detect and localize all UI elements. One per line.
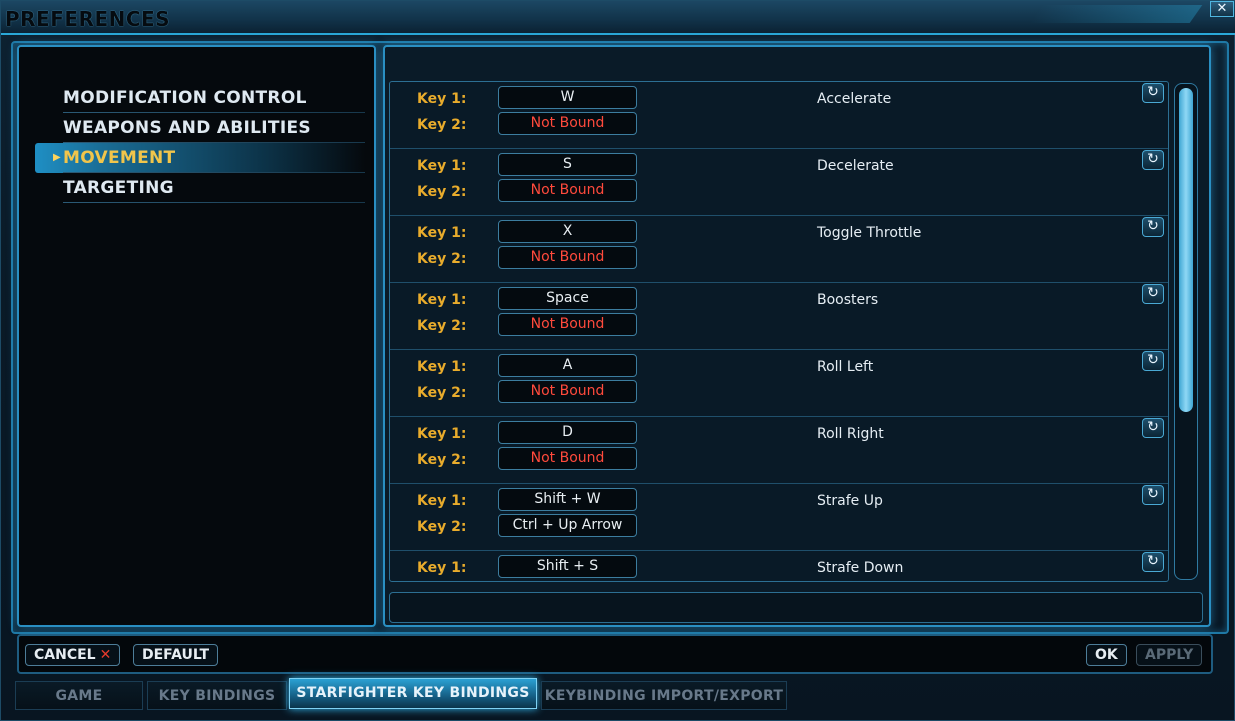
binding-row-decelerate: Key 1: Key 2: S Not Bound Decelerate ↻: [390, 149, 1168, 216]
key2-label: Key 2:: [417, 184, 467, 200]
key1-binding-button[interactable]: Shift + W: [498, 488, 637, 511]
category-item-modification-control[interactable]: MODIFICATION CONTROL: [35, 83, 365, 113]
scrollbar-thumb[interactable]: [1179, 88, 1193, 412]
key1-binding-button[interactable]: D: [498, 421, 637, 444]
tab-bar: GAME KEY BINDINGS STARFIGHTER KEY BINDIN…: [11, 678, 1229, 718]
key1-binding-button[interactable]: W: [498, 86, 637, 109]
action-name: Strafe Down: [817, 560, 904, 576]
ok-button[interactable]: OK: [1086, 644, 1127, 666]
category-item-targeting[interactable]: TARGETING: [35, 173, 365, 203]
key2-label: Key 2:: [417, 452, 467, 468]
action-name: Toggle Throttle: [817, 225, 922, 241]
binding-row-strafe-down: Key 1: Key 2: Shift + S Strafe Down ↻: [390, 551, 1168, 582]
binding-row-roll-right: Key 1: Key 2: D Not Bound Roll Right ↻: [390, 417, 1168, 484]
action-name: Accelerate: [817, 91, 892, 107]
tab-key-bindings[interactable]: KEY BINDINGS: [147, 681, 287, 710]
key2-binding-button[interactable]: Not Bound: [498, 179, 637, 202]
action-name: Roll Left: [817, 359, 874, 375]
apply-button[interactable]: APPLY: [1136, 644, 1203, 666]
category-list: MODIFICATION CONTROL WEAPONS AND ABILITI…: [35, 83, 365, 203]
key1-label: Key 1:: [417, 225, 467, 241]
binding-row-strafe-up: Key 1: Key 2: Shift + W Ctrl + Up Arrow …: [390, 484, 1168, 551]
tab-starfighter-key-bindings[interactable]: STARFIGHTER KEY BINDINGS: [289, 678, 537, 709]
cancel-button[interactable]: CANCEL ✕: [25, 644, 121, 666]
key2-label: Key 2:: [417, 519, 467, 535]
close-icon: ✕: [99, 647, 112, 663]
key2-binding-button[interactable]: Ctrl + Up Arrow: [498, 514, 637, 537]
bindings-scrollbar[interactable]: [1174, 83, 1198, 580]
key2-label: Key 2:: [417, 251, 467, 267]
binding-row-roll-left: Key 1: Key 2: A Not Bound Roll Left ↻: [390, 350, 1168, 417]
description-box: [389, 592, 1203, 623]
key2-label: Key 2:: [417, 318, 467, 334]
key2-binding-button[interactable]: Not Bound: [498, 313, 637, 336]
key2-binding-button[interactable]: Not Bound: [498, 246, 637, 269]
reset-icon[interactable]: ↻: [1142, 418, 1164, 438]
key2-binding-button[interactable]: Not Bound: [498, 380, 637, 403]
selected-arrow-icon: ▶: [53, 152, 61, 163]
binding-row-accelerate: Key 1: Key 2: W Not Bound Accelerate ↻: [390, 82, 1168, 149]
preferences-window: PREFERENCES ✕ MODIFICATION CONTROL WEAPO…: [0, 0, 1235, 721]
tab-game[interactable]: GAME: [15, 681, 143, 710]
reset-icon[interactable]: ↻: [1142, 217, 1164, 237]
key1-binding-button[interactable]: Space: [498, 287, 637, 310]
action-name: Roll Right: [817, 426, 884, 442]
category-label: MODIFICATION CONTROL: [63, 88, 307, 108]
reset-icon[interactable]: ↻: [1142, 150, 1164, 170]
key1-label: Key 1:: [417, 158, 467, 174]
key1-label: Key 1:: [417, 426, 467, 442]
bindings-panel: Key 1: Key 2: W Not Bound Accelerate ↻ K…: [383, 45, 1211, 627]
key2-label: Key 2:: [417, 117, 467, 133]
cancel-label: CANCEL: [34, 647, 96, 663]
reset-icon[interactable]: ↻: [1142, 83, 1164, 103]
key1-label: Key 1:: [417, 91, 467, 107]
key1-label: Key 1:: [417, 359, 467, 375]
close-icon[interactable]: ✕: [1210, 1, 1234, 17]
key1-label: Key 1:: [417, 292, 467, 308]
key2-binding-button[interactable]: Not Bound: [498, 112, 637, 135]
category-panel: MODIFICATION CONTROL WEAPONS AND ABILITI…: [17, 45, 376, 627]
tab-keybinding-import-export[interactable]: KEYBINDING IMPORT/EXPORT: [541, 681, 787, 710]
button-bar: CANCEL ✕ DEFAULT OK APPLY: [17, 634, 1213, 674]
key2-binding-button[interactable]: Not Bound: [498, 447, 637, 470]
reset-icon[interactable]: ↻: [1142, 284, 1164, 304]
key1-binding-button[interactable]: Shift + S: [498, 555, 637, 578]
key1-binding-button[interactable]: X: [498, 220, 637, 243]
action-name: Strafe Up: [817, 493, 883, 509]
reset-icon[interactable]: ↻: [1142, 552, 1164, 572]
key1-binding-button[interactable]: A: [498, 354, 637, 377]
key1-label: Key 1:: [417, 560, 467, 576]
category-label: WEAPONS AND ABILITIES: [63, 118, 311, 138]
default-button[interactable]: DEFAULT: [133, 644, 219, 666]
reset-icon[interactable]: ↻: [1142, 351, 1164, 371]
category-label: MOVEMENT: [63, 148, 176, 168]
key1-binding-button[interactable]: S: [498, 153, 637, 176]
category-item-weapons-and-abilities[interactable]: WEAPONS AND ABILITIES: [35, 113, 365, 143]
category-item-movement[interactable]: ▶ MOVEMENT: [35, 143, 365, 173]
action-name: Boosters: [817, 292, 879, 308]
title-bar: PREFERENCES ✕: [1, 1, 1235, 35]
binding-row-toggle-throttle: Key 1: Key 2: X Not Bound Toggle Throttl…: [390, 216, 1168, 283]
bindings-list: Key 1: Key 2: W Not Bound Accelerate ↻ K…: [389, 81, 1169, 582]
reset-icon[interactable]: ↻: [1142, 485, 1164, 505]
binding-row-boosters: Key 1: Key 2: Space Not Bound Boosters ↻: [390, 283, 1168, 350]
key2-binding-button[interactable]: [498, 581, 637, 582]
title-bar-decoration: [1029, 5, 1203, 23]
category-label: TARGETING: [63, 178, 174, 198]
key1-label: Key 1:: [417, 493, 467, 509]
key2-label: Key 2:: [417, 385, 467, 401]
action-name: Decelerate: [817, 158, 894, 174]
window-title: PREFERENCES: [5, 7, 171, 31]
